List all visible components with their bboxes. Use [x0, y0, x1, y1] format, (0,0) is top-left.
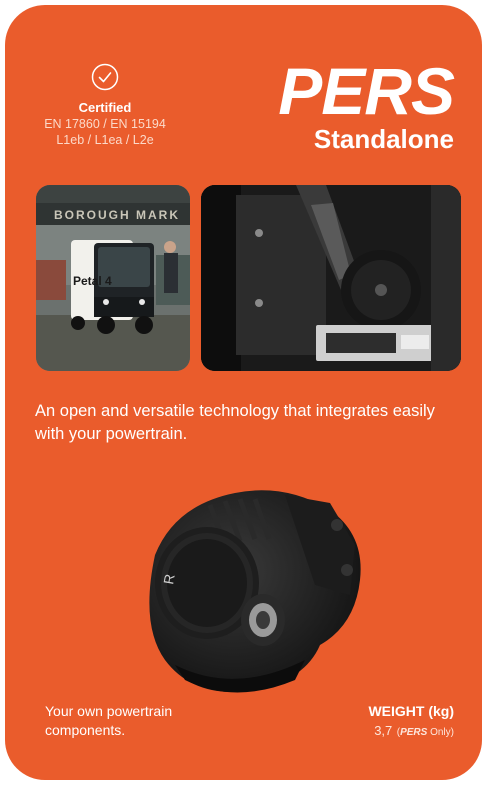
certified-label: Certified: [78, 100, 132, 115]
headline: PERS Standalone: [278, 54, 455, 154]
product-card: Certified EN 17860 / EN 15194 L1eb / L1e…: [5, 5, 482, 780]
intro-text: An open and versatile technology that in…: [35, 402, 435, 443]
weight-block: WEIGHT (kg) 3,7 (PERS Only): [368, 702, 454, 740]
brand-title: PERS: [278, 54, 455, 128]
motor-product-image: R: [115, 465, 375, 705]
delivery-vehicle-image: BOROUGH MARK Petal 4: [36, 185, 190, 371]
weight-suffix: Only: [430, 727, 451, 738]
motor-unit-icon: R: [149, 490, 361, 693]
photo-motor-closeup: [201, 185, 461, 371]
photo-delivery-vehicle: BOROUGH MARK Petal 4: [36, 185, 190, 371]
certification-standards: EN 17860 / EN 15194: [44, 117, 166, 131]
market-sign-text: BOROUGH MARK: [54, 208, 180, 222]
certification-block: Certified EN 17860 / EN 15194 L1eb / L1e…: [25, 63, 185, 148]
weight-note: (PERS Only): [396, 727, 454, 738]
certification-classes: L1eb / L1ea / L2e: [56, 133, 154, 147]
motor-closeup-image: [201, 185, 461, 371]
components-text: Your own powertrain components.: [45, 703, 173, 738]
vehicle-label: Petal 4: [73, 274, 112, 288]
check-circle-icon: [91, 63, 119, 91]
product-subtitle: Standalone: [313, 124, 454, 154]
weight-value: 3,7: [374, 723, 393, 738]
weight-brand: PERS: [400, 727, 428, 738]
weight-label: WEIGHT (kg): [368, 703, 454, 719]
